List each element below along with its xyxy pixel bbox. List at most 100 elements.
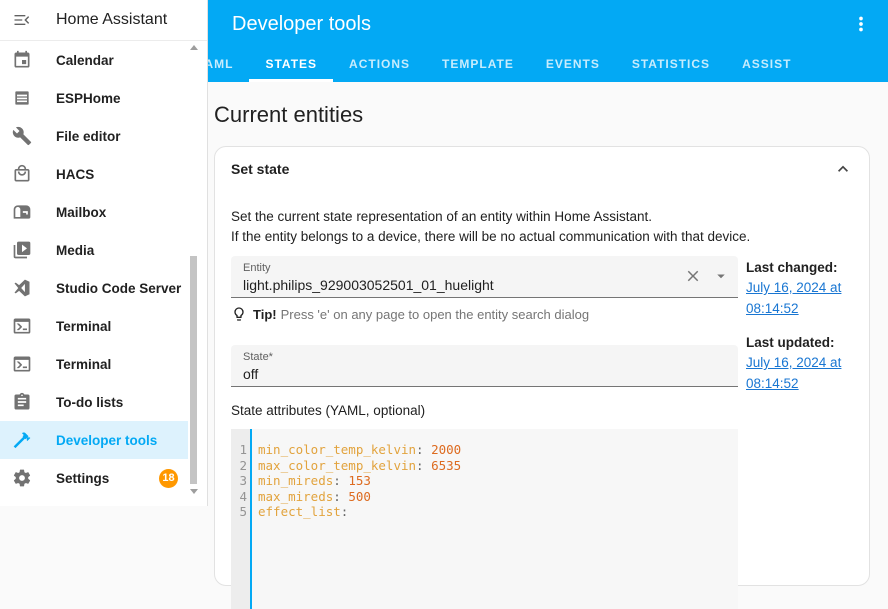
sidebar: Home Assistant Calendar ESPHome File edito… [0,0,208,506]
line-number: 2 [231,458,247,474]
media-icon [12,240,32,260]
calendar-icon [12,50,32,70]
tab-template[interactable]: TEMPLATE [426,48,530,82]
sidebar-item-mailbox[interactable]: Mailbox [0,193,188,231]
sidebar-item-file-editor[interactable]: File editor [0,117,188,155]
sidebar-scrollbar-thumb[interactable] [190,256,197,484]
card-title: Set state [231,161,289,177]
sidebar-item-label: To-do lists [56,395,123,410]
lightbulb-icon [231,306,247,322]
sidebar-item-developer-tools[interactable]: Developer tools [0,421,188,459]
dots-vertical-icon [850,13,872,35]
terminal-icon [12,316,32,336]
sidebar-scrollbar[interactable] [189,41,198,498]
page-title: Current entities [214,102,888,128]
vscode-icon [12,278,32,298]
entity-field-icons [684,267,730,285]
entity-field[interactable]: Entity light.philips_929003052501_01_hue… [231,256,738,298]
entity-field-label: Entity [243,262,726,274]
tab-states[interactable]: STATES [249,48,333,82]
sidebar-item-label: Terminal [56,357,111,372]
set-state-card: Set state Set the current state represen… [214,146,870,586]
last-updated-block: Last updated: July 16, 2024 at 08:14:52 [746,334,856,394]
yaml-line: effect_list: [258,504,461,520]
tab-assist[interactable]: ASSIST [726,48,807,82]
sidebar-item-label: Media [56,243,94,258]
form-row: Entity light.philips_929003052501_01_hue… [231,256,853,609]
menu-open-icon[interactable] [12,10,32,30]
sidebar-header: Home Assistant [0,0,207,41]
terminal-icon [12,354,32,374]
page-header-title: Developer tools [232,13,371,36]
app-title: Home Assistant [56,11,167,29]
last-changed-time[interactable]: 08:14:52 [746,298,856,319]
line-number: 3 [231,473,247,489]
sidebar-item-hacs[interactable]: HACS [0,155,188,193]
card-description: Set the current state representation of … [231,207,853,247]
dots-vertical-icon[interactable] [850,13,872,35]
last-changed-date[interactable]: July 16, 2024 at [746,277,856,298]
editor-gutter: 12345 [231,429,250,609]
todo-icon [12,392,32,412]
tip-bold: Tip! [253,307,277,322]
tip-row: Tip! Press 'e' on any page to open the e… [231,306,738,322]
sidebar-item-settings[interactable]: Settings 18 [0,459,188,497]
hammer-icon [12,430,32,450]
set-state-card-header[interactable]: Set state [231,159,853,179]
sidebar-nav: Calendar ESPHome File editor HACS Mailbox Med… [0,41,188,497]
menu-open-icon [12,10,32,30]
sidebar-item-label: Calendar [56,53,114,68]
scroll-up-arrow-icon[interactable] [190,45,198,50]
tab-statistics[interactable]: STATISTICS [616,48,726,82]
state-field-label: State* [243,351,726,363]
state-field[interactable]: State* off [231,345,738,387]
form-column: Entity light.philips_929003052501_01_hue… [231,256,738,609]
sidebar-item-terminal-8[interactable]: Terminal [0,307,188,345]
description-line-1: Set the current state representation of … [231,207,853,227]
sidebar-item-calendar[interactable]: Calendar [0,41,188,79]
sidebar-item-esphome[interactable]: ESPHome [0,79,188,117]
last-updated-time[interactable]: 08:14:52 [746,373,856,394]
line-number: 1 [231,442,247,458]
attributes-label: State attributes (YAML, optional) [231,403,738,418]
last-updated-date[interactable]: July 16, 2024 at [746,352,856,373]
scroll-down-arrow-icon[interactable] [190,489,198,494]
last-updated-link[interactable]: July 16, 2024 at 08:14:52 [746,352,856,394]
description-line-2: If the entity belongs to a device, there… [231,227,853,247]
yaml-line: min_color_temp_kelvin: 2000 [258,442,461,458]
last-changed-label: Last changed: [746,259,856,277]
last-changed-link[interactable]: July 16, 2024 at 08:14:52 [746,277,856,319]
chevron-up-icon[interactable] [833,159,853,179]
sidebar-item-label: HACS [56,167,94,182]
app-bar: Developer tools YAMLSTATESACTIONSTEMPLAT… [208,0,888,82]
sidebar-item-studio-code-server[interactable]: Studio Code Server [0,269,188,307]
sidebar-item-terminal-9[interactable]: Terminal [0,345,188,383]
sidebar-item-label: ESPHome [56,91,121,106]
menu-down-icon [712,267,730,285]
sidebar-item-label: Settings [56,471,109,486]
tab-actions[interactable]: ACTIONS [333,48,426,82]
sidebar-item-media[interactable]: Media [0,231,188,269]
dropdown-caret-icon[interactable] [712,267,730,285]
clear-icon[interactable] [684,267,702,285]
main-content: Current entities Set state Set the curre… [208,82,888,506]
state-field-value: off [243,366,726,382]
notification-badge: 18 [159,469,178,488]
tab-events[interactable]: EVENTS [530,48,616,82]
line-number: 5 [231,504,247,520]
last-changed-block: Last changed: July 16, 2024 at 08:14:52 [746,259,856,319]
close-icon [684,267,702,285]
chip-icon [12,88,32,108]
last-updated-label: Last updated: [746,334,856,352]
gear-icon [12,468,32,488]
sidebar-item-to-do-lists[interactable]: To-do lists [0,383,188,421]
sidebar-item-label: Developer tools [56,433,157,448]
lightbulb-icon [231,306,247,322]
wrench-icon [12,126,32,146]
app-bar-top: Developer tools [208,0,888,42]
tab-bar: YAMLSTATESACTIONSTEMPLATEEVENTSSTATISTIC… [208,48,780,82]
editor-code: min_color_temp_kelvin: 2000max_color_tem… [252,429,461,609]
yaml-editor[interactable]: 12345 min_color_temp_kelvin: 2000max_col… [231,429,738,609]
sidebar-item-label: Terminal [56,319,111,334]
sidebar-item-label: Studio Code Server [56,281,181,296]
